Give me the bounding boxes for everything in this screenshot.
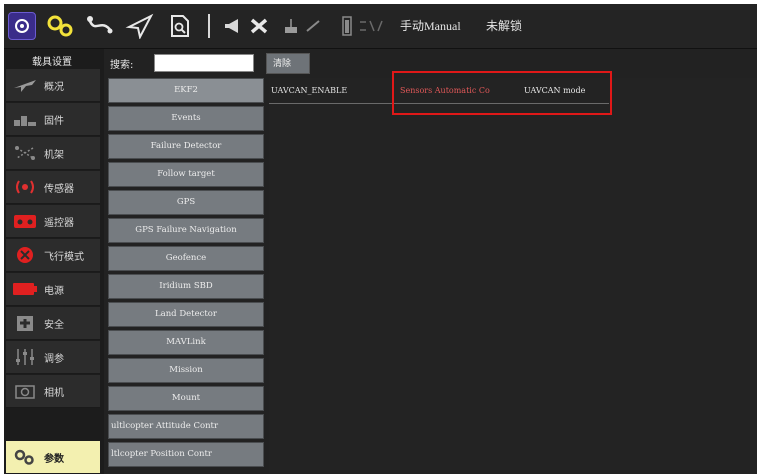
battery-percent-icon: [356, 16, 388, 36]
tuning-icon: [12, 348, 38, 366]
sidebar-item-tuning[interactable]: 调参: [6, 341, 100, 374]
group-button-multicopter-attitude-control[interactable]: ultlcopter Attitude Contr: [108, 414, 264, 439]
sidebar-item-label: 飞行模式: [44, 252, 84, 263]
sidebar-item-power[interactable]: 电源: [6, 273, 100, 306]
message-megaphone-icon[interactable]: [222, 16, 244, 36]
sidebar-item-camera[interactable]: 相机: [6, 375, 100, 408]
sidebar-item-label: 相机: [44, 388, 64, 399]
sidebar-item-label: 参数: [44, 454, 64, 465]
sidebar-item-label: 概况: [44, 82, 64, 93]
qgc-window: 手动Manual 未解锁 载具设置 概况 固件 机架 传感器 遥控器 飞行模式 …: [4, 4, 757, 474]
group-button-failure-detector[interactable]: Failure Detector: [108, 134, 264, 159]
search-label: 搜索:: [110, 60, 134, 71]
sidebar-item-flight-modes[interactable]: 飞行模式: [6, 239, 100, 272]
plane-icon: [12, 76, 38, 94]
sidebar-item-sensors[interactable]: 传感器: [6, 171, 100, 204]
camera-icon: [12, 382, 38, 400]
arm-status[interactable]: 未解锁: [486, 17, 522, 34]
group-button-mission[interactable]: Mission: [108, 358, 264, 383]
group-button-mount[interactable]: Mount: [108, 386, 264, 411]
sidebar-item-label: 电源: [44, 286, 64, 297]
analyze-document-icon[interactable]: [164, 10, 196, 42]
sidebar-item-safety[interactable]: 安全: [6, 307, 100, 340]
radio-icon: [12, 212, 38, 230]
sidebar-item-radio[interactable]: 遥控器: [6, 205, 100, 238]
group-button-events[interactable]: Events: [108, 106, 264, 131]
sidebar-item-label: 固件: [44, 116, 64, 127]
table-row[interactable]: UAVCAN_ENABLE Sensors Automatic Co UAVCA…: [269, 78, 609, 104]
fly-send-icon[interactable]: [124, 10, 156, 42]
sidebar-item-label: 调参: [44, 354, 64, 365]
gps-off-icon[interactable]: [248, 16, 270, 36]
airframe-icon: [12, 144, 38, 162]
battery-icon[interactable]: [340, 16, 354, 36]
param-value[interactable]: Sensors Automatic Co: [400, 86, 523, 95]
clear-button[interactable]: 清除: [266, 53, 310, 74]
group-button-multicopter-position-control[interactable]: ltlcopter Position Contr: [108, 442, 264, 467]
sidebar-item-label: 传感器: [44, 184, 74, 195]
group-button-gps-failure-navigation[interactable]: GPS Failure Navigation: [108, 218, 264, 243]
search-input[interactable]: [154, 54, 254, 72]
firmware-icon: [12, 110, 38, 128]
parameter-group-list: EKF2 Events Failure Detector Follow targ…: [108, 78, 268, 474]
group-button-gps[interactable]: GPS: [108, 190, 264, 215]
param-description: UAVCAN mode: [524, 86, 586, 95]
sidebar-item-summary[interactable]: 概况: [6, 69, 100, 102]
group-button-mavlink[interactable]: MAVLink: [108, 330, 264, 355]
parameter-table: UAVCAN_ENABLE Sensors Automatic Co UAVCA…: [269, 78, 757, 474]
group-button-follow-target[interactable]: Follow target: [108, 162, 264, 187]
rc-rssi-icon[interactable]: [282, 16, 304, 36]
flight-modes-icon: [12, 246, 38, 264]
sidebar-item-firmware[interactable]: 固件: [6, 103, 100, 136]
qgc-logo-icon[interactable]: [8, 12, 36, 40]
sidebar-item-label: 遥控器: [44, 218, 74, 229]
sidebar-title: 载具设置: [32, 57, 72, 68]
group-button-land-detector[interactable]: Land Detector: [108, 302, 264, 327]
sidebar-item-label: 安全: [44, 320, 64, 331]
sidebar-item-label: 机架: [44, 150, 64, 161]
main-toolbar: 手动Manual 未解锁: [4, 4, 757, 49]
group-button-geofence[interactable]: Geofence: [108, 246, 264, 271]
parameters-icon: [12, 448, 38, 466]
plan-route-icon[interactable]: [84, 10, 116, 42]
vehicle-setup-sidebar: 载具设置 概况 固件 机架 传感器 遥控器 飞行模式 电源 安全 调参 相机 参…: [4, 49, 104, 474]
settings-gears-icon[interactable]: [44, 10, 76, 42]
sidebar-item-airframe[interactable]: 机架: [6, 137, 100, 170]
toolbar-divider: [208, 14, 210, 38]
sensors-icon: [12, 178, 38, 196]
telemetry-rssi-icon[interactable]: [304, 16, 322, 36]
safety-icon: [12, 314, 38, 332]
group-button-iridium-sbd[interactable]: Iridium SBD: [108, 274, 264, 299]
sidebar-item-parameters[interactable]: 参数: [6, 441, 100, 474]
battery-icon: [12, 280, 38, 298]
group-button-ekf2[interactable]: EKF2: [108, 78, 264, 103]
param-name: UAVCAN_ENABLE: [271, 86, 348, 95]
flight-mode[interactable]: 手动Manual: [400, 17, 461, 34]
